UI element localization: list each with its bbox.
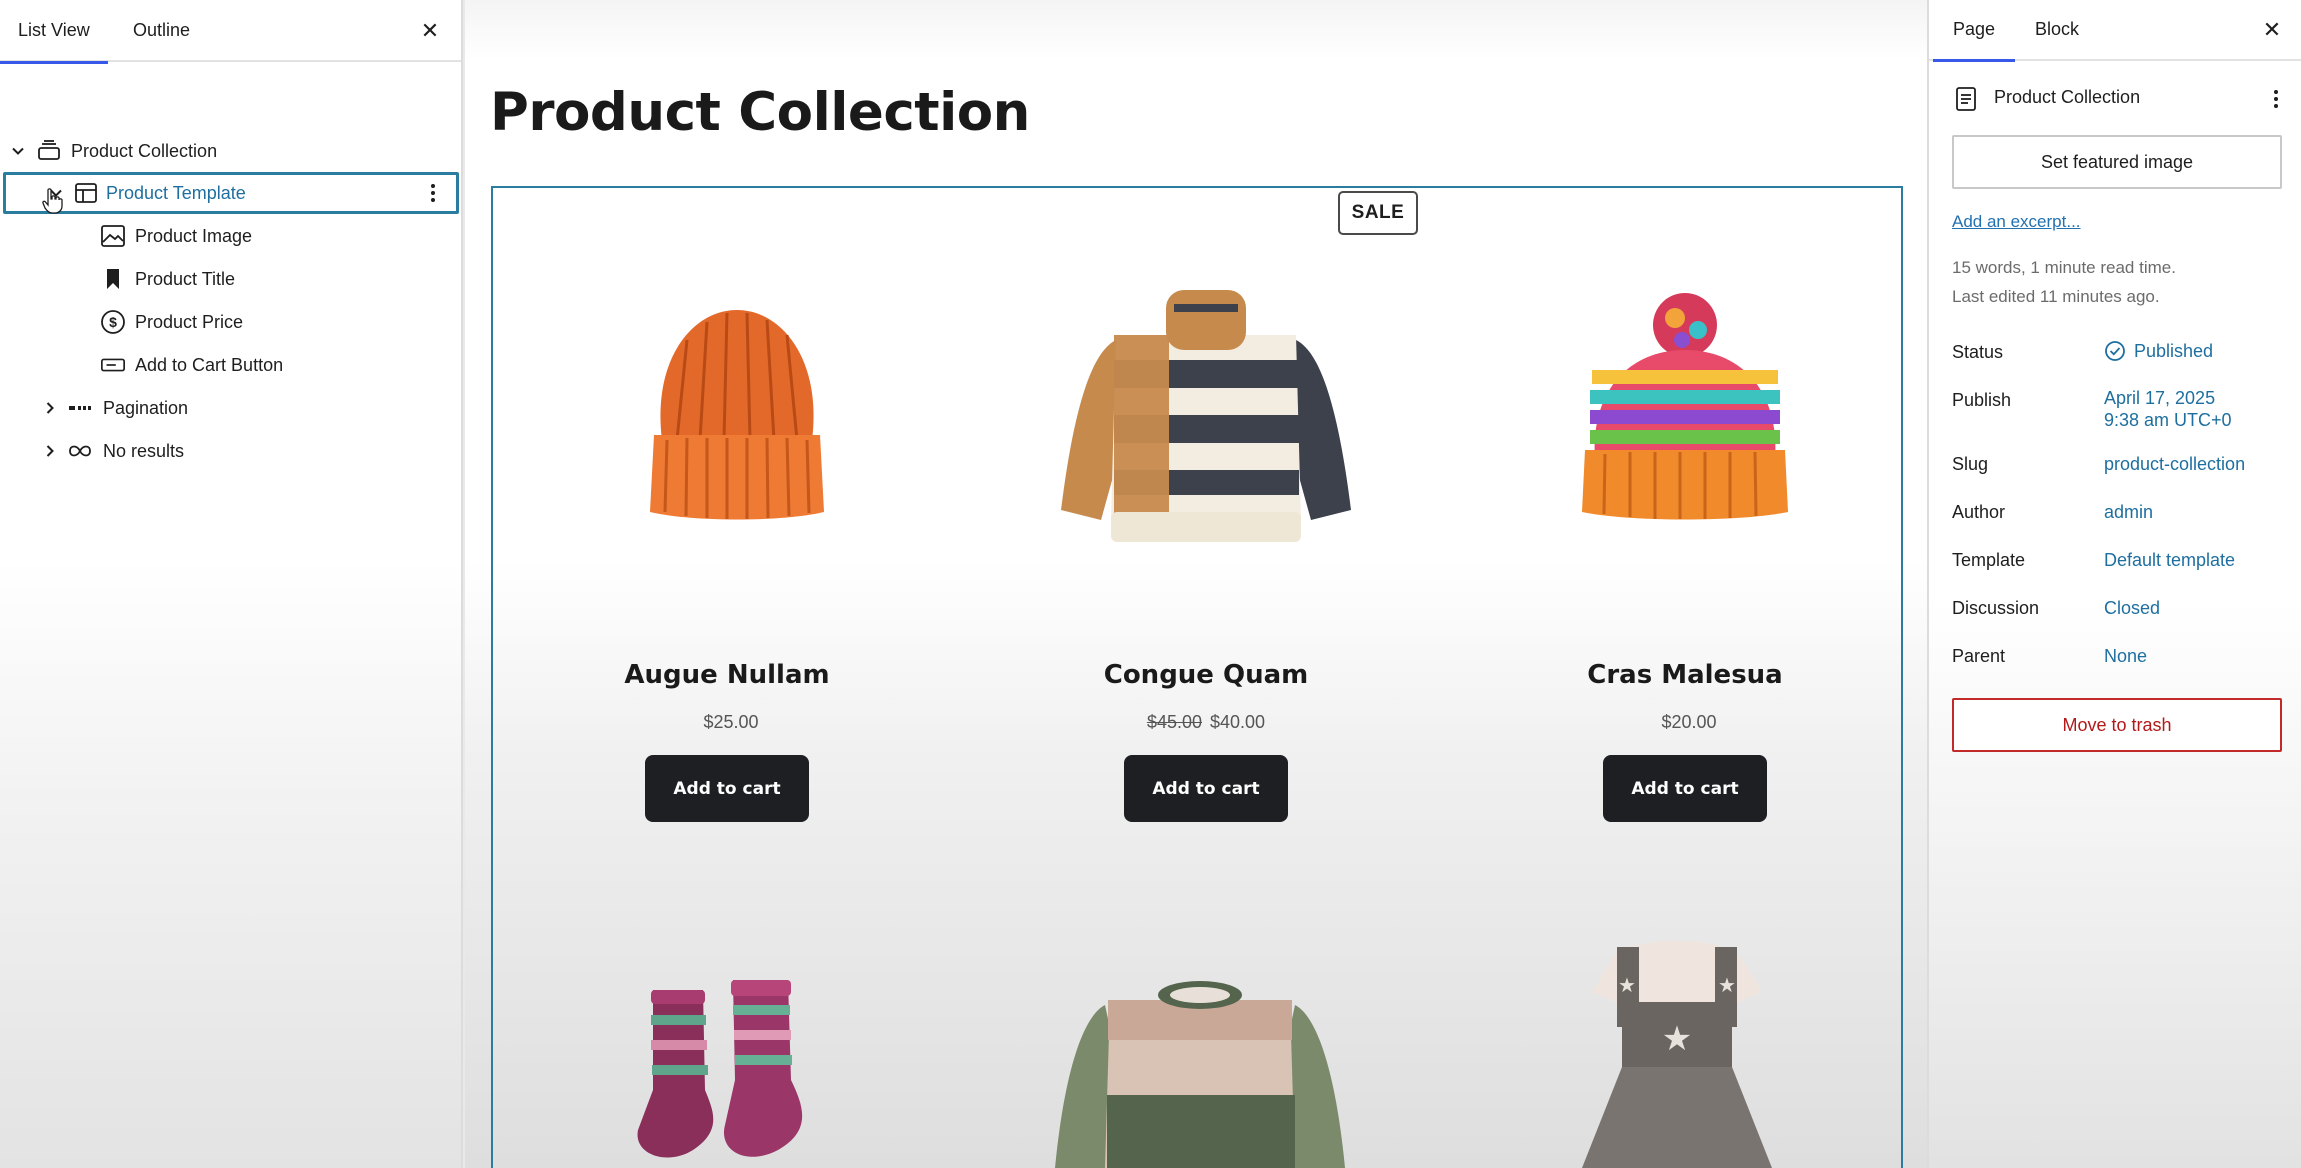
- page-icon: [1956, 87, 1976, 111]
- chevron-right-icon[interactable]: [40, 398, 60, 418]
- tree-item-label: Product Price: [135, 311, 244, 332]
- svg-text:$: $: [109, 314, 117, 330]
- product-card: Augue Nullam $25.00 Add to cart: [517, 190, 937, 830]
- parent-label: Parent: [1952, 646, 2006, 666]
- tab-page[interactable]: Page: [1932, 0, 2016, 62]
- template-layout-icon: [73, 180, 99, 206]
- product-image[interactable]: [1050, 975, 1350, 1168]
- status-label: Status: [1952, 342, 2004, 362]
- list-view-panel: List View Outline ✕ Product Collection P…: [0, 0, 463, 1168]
- add-to-cart-button[interactable]: Add to cart: [1124, 755, 1288, 822]
- list-view-tabs: List View Outline ✕: [0, 0, 461, 64]
- published-check-icon: [2105, 341, 2125, 361]
- product-price: $25.00: [517, 712, 937, 733]
- author-label: Author: [1952, 502, 2006, 522]
- tree-item-no-results[interactable]: No results: [0, 430, 463, 472]
- template-value[interactable]: Default template: [2104, 549, 2235, 571]
- chevron-down-icon[interactable]: [8, 141, 28, 161]
- settings-tabs: Page Block ✕: [1929, 0, 2301, 62]
- pagination-icon: [67, 395, 93, 421]
- product-title[interactable]: Congue Quam: [996, 660, 1416, 690]
- product-old-price: $45.00: [1146, 712, 1202, 732]
- status-text: Published: [2134, 341, 2214, 361]
- tree-item-product-image[interactable]: Product Image: [0, 215, 463, 257]
- product-price: $20.00: [1475, 712, 1895, 733]
- close-icon[interactable]: ✕: [415, 16, 445, 46]
- tab-list-view[interactable]: List View: [0, 0, 108, 64]
- discussion-label: Discussion: [1952, 598, 2040, 618]
- page-title[interactable]: Product Collection: [490, 82, 1030, 143]
- button-block-icon: [100, 352, 126, 378]
- tab-block[interactable]: Block: [2035, 0, 2079, 60]
- tree-item-label: Add to Cart Button: [135, 354, 284, 375]
- bookmark-icon: [100, 266, 126, 292]
- tree-item-add-to-cart-button[interactable]: Add to Cart Button: [0, 344, 463, 386]
- parent-value[interactable]: None: [2104, 645, 2147, 667]
- svg-text:★: ★: [1718, 973, 1736, 997]
- editor-canvas: Product Collection SALE Augue Nullam $25…: [465, 0, 1927, 1168]
- tree-item-label: Product Template: [106, 182, 246, 203]
- slug-value[interactable]: product-collection: [2104, 453, 2245, 475]
- svg-text:★: ★: [1662, 1019, 1692, 1059]
- product-title[interactable]: Cras Malesua: [1475, 660, 1895, 690]
- product-current-price: $25.00: [703, 712, 759, 732]
- tree-item-label: Product Image: [135, 225, 253, 246]
- product-image[interactable]: [1570, 290, 1800, 520]
- document-title: Product Collection: [1994, 87, 2141, 107]
- more-options-icon[interactable]: [2268, 86, 2284, 112]
- query-loop-icon: [36, 138, 62, 164]
- tree-item-label: Product Title: [135, 268, 236, 289]
- tree-item-label: Pagination: [103, 397, 189, 418]
- tab-outline[interactable]: Outline: [133, 0, 190, 62]
- status-value[interactable]: Published: [2104, 340, 2213, 362]
- product-card: Congue Quam $45.00 $40.00 Add to cart: [996, 190, 1416, 830]
- document-header: Product Collection: [1954, 84, 2284, 114]
- product-title[interactable]: Augue Nullam: [517, 660, 937, 690]
- tree-item-product-collection[interactable]: Product Collection: [0, 130, 463, 172]
- add-to-cart-button[interactable]: Add to cart: [1603, 755, 1767, 822]
- svg-text:★: ★: [1618, 973, 1636, 997]
- image-icon: [100, 223, 126, 249]
- close-icon[interactable]: ✕: [2257, 15, 2287, 45]
- product-card: Cras Malesua $20.00 Add to cart: [1475, 190, 1895, 830]
- discussion-value[interactable]: Closed: [2104, 597, 2160, 619]
- set-featured-image-button[interactable]: Set featured image: [1952, 135, 2282, 189]
- add-excerpt-link[interactable]: Add an excerpt...: [1952, 212, 2081, 232]
- add-to-cart-button[interactable]: Add to cart: [645, 755, 809, 822]
- product-image[interactable]: ★ ★ ★: [1577, 932, 1777, 1168]
- publish-date: April 17, 2025: [2104, 388, 2216, 408]
- loop-icon: [67, 438, 93, 464]
- tree-item-product-template[interactable]: Product Template: [3, 172, 459, 214]
- slug-label: Slug: [1952, 454, 1989, 474]
- tree-item-product-title[interactable]: Product Title: [0, 258, 463, 300]
- tree-item-label: No results: [103, 440, 185, 461]
- product-current-price: $20.00: [1661, 712, 1717, 732]
- publish-label: Publish: [1952, 390, 2012, 410]
- product-price: $45.00 $40.00: [996, 712, 1416, 733]
- template-label: Template: [1952, 550, 2026, 570]
- tree-item-pagination[interactable]: Pagination: [0, 387, 463, 429]
- last-edited-text: Last edited 11 minutes ago.: [1952, 287, 2160, 306]
- more-options-icon[interactable]: [424, 178, 442, 208]
- product-image[interactable]: [1056, 280, 1356, 550]
- tree-item-product-price[interactable]: $ Product Price: [0, 301, 463, 343]
- word-count-text: 15 words, 1 minute read time.: [1952, 258, 2176, 277]
- product-current-price: $40.00: [1210, 712, 1266, 732]
- chevron-right-icon[interactable]: [40, 441, 60, 461]
- tree-item-label: Product Collection: [71, 140, 218, 161]
- publish-time: 9:38 am UTC+0: [2104, 410, 2232, 430]
- settings-panel: Page Block ✕ Product Collection Set feat…: [1927, 0, 2301, 1168]
- move-to-trash-button[interactable]: Move to trash: [1952, 698, 2282, 752]
- publish-value[interactable]: April 17, 2025 9:38 am UTC+0: [2104, 387, 2232, 431]
- product-image[interactable]: [613, 970, 843, 1168]
- dollar-circle-icon: $: [100, 309, 126, 335]
- hand-cursor-icon: [42, 188, 63, 214]
- product-image[interactable]: [632, 300, 842, 525]
- author-value[interactable]: admin: [2104, 501, 2153, 523]
